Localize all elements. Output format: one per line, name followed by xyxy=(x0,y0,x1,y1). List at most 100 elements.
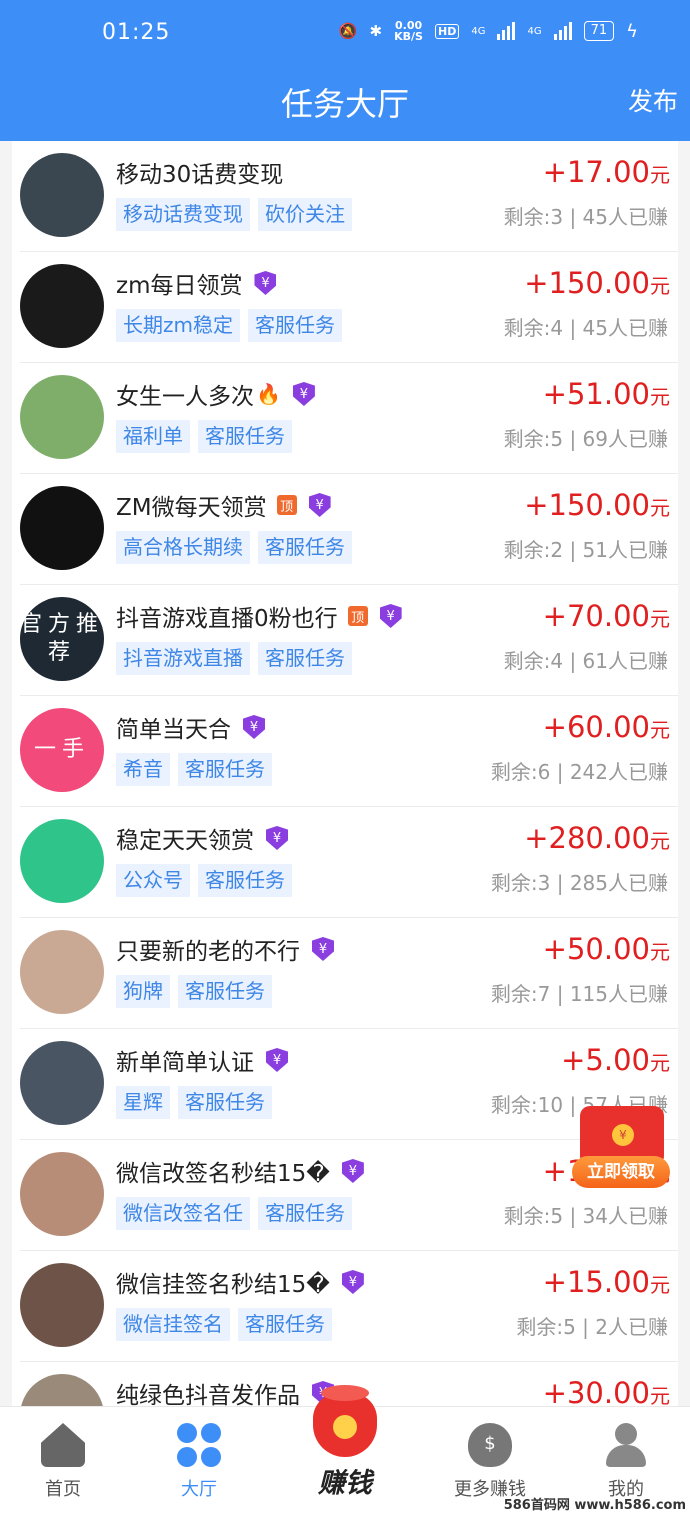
task-item[interactable]: 稳定天天领赏 ¥ 公众号 客服任务 +280.00元 剩余:3 | 285人已赚 xyxy=(20,807,678,918)
reward-unit: 元 xyxy=(650,940,670,964)
verified-shield-icon: ¥ xyxy=(243,715,265,739)
task-remaining: 剩余:5 | 69人已赚 xyxy=(503,427,668,451)
signal-1-icon xyxy=(497,22,516,40)
task-tags: 高合格长期续 客服任务 xyxy=(116,531,352,564)
publish-button[interactable]: 发布 xyxy=(628,82,678,118)
task-title-text: ZM微每天领赏 xyxy=(116,495,267,521)
task-item[interactable]: 移动30话费变现 移动话费变现 砍价关注 +17.00元 剩余:3 | 45人已赚 xyxy=(20,141,678,252)
task-title: 抖音游戏直播0粉也行顶 ¥ xyxy=(116,599,402,633)
task-title: 微信改签名秒结15� ¥ xyxy=(116,1154,364,1188)
reward-amount: +50.00 xyxy=(542,932,650,966)
task-title-text: 稳定天天领赏 xyxy=(116,828,254,854)
task-item[interactable]: ZM微每天领赏顶 ¥ 高合格长期续 客服任务 +150.00元 剩余:2 | 51人已赚 xyxy=(20,474,678,585)
task-title-text: 抖音游戏直播0粉也行 xyxy=(116,606,338,632)
task-tag: 客服任务 xyxy=(198,420,292,453)
task-remaining: 剩余:4 | 45人已赚 xyxy=(503,316,668,340)
task-item[interactable]: 微信挂签名秒结15� ¥ 微信挂签名 客服任务 +15.00元 剩余:5 | 2人已赚 xyxy=(20,1251,678,1362)
verified-shield-icon: ¥ xyxy=(254,271,277,295)
task-tag: 客服任务 xyxy=(258,1197,352,1230)
red-packet-label: 立即领取 xyxy=(572,1156,670,1188)
reward-amount: +30.00 xyxy=(542,1376,650,1406)
task-tag: 客服任务 xyxy=(178,975,272,1008)
task-avatar xyxy=(20,1041,104,1125)
page-title: 任务大厅 xyxy=(280,85,409,123)
task-tags: 微信改签名任 客服任务 xyxy=(116,1197,352,1230)
task-tag: 客服任务 xyxy=(178,753,272,786)
task-tags: 福利单 客服任务 xyxy=(116,420,292,453)
task-tag: 公众号 xyxy=(116,864,190,897)
task-tag: 微信改签名任 xyxy=(116,1197,250,1230)
reward-unit: 元 xyxy=(650,274,670,298)
task-remaining: 剩余:3 | 45人已赚 xyxy=(503,205,668,229)
tab-home-label: 首页 xyxy=(45,1479,81,1500)
user-icon xyxy=(604,1423,648,1467)
bluetooth-icon: ✱ xyxy=(369,22,383,40)
status-time: 01:25 xyxy=(102,20,171,45)
red-packet-button[interactable]: ¥ 立即领取 xyxy=(572,1106,672,1191)
reward-amount: +15.00 xyxy=(542,1265,650,1299)
signal-2-icon xyxy=(553,22,572,40)
task-tag: 狗牌 xyxy=(116,975,170,1008)
tab-earn[interactable]: 赚钱 xyxy=(300,1385,390,1500)
reward-amount: +5.00 xyxy=(561,1043,650,1077)
coin-icon: ¥ xyxy=(612,1124,634,1146)
task-tags: 狗牌 客服任务 xyxy=(116,975,272,1008)
task-reward: +15.00元 xyxy=(543,1265,670,1299)
task-remaining: 剩余:5 | 2人已赚 xyxy=(516,1315,668,1339)
verified-shield-icon: ¥ xyxy=(292,382,315,406)
reward-amount: +150.00 xyxy=(524,266,650,300)
task-tag: 移动话费变现 xyxy=(116,198,250,231)
task-title-text: 微信挂签名秒结15� xyxy=(116,1272,330,1298)
reward-unit: 元 xyxy=(650,607,670,631)
verified-shield-icon: ¥ xyxy=(341,1159,364,1183)
task-title: zm每日领赏 ¥ xyxy=(116,266,277,300)
tab-more-earn[interactable]: $ 更多赚钱 xyxy=(430,1417,550,1501)
reward-unit: 元 xyxy=(650,1273,670,1297)
tab-hall[interactable]: 大厅 xyxy=(139,1417,259,1501)
task-tag: 星辉 xyxy=(116,1086,170,1119)
tab-home[interactable]: 首页 xyxy=(3,1417,123,1501)
task-list[interactable]: 移动30话费变现 移动话费变现 砍价关注 +17.00元 剩余:3 | 45人已赚 zm每… xyxy=(12,141,678,1406)
reward-amount: +60.00 xyxy=(542,710,650,744)
status-icons: 🔕 ✱ 0.00 KB/S HD 4G 4G 71 ϟ xyxy=(339,20,638,42)
task-reward: +50.00元 xyxy=(543,932,670,966)
pinned-badge: 顶 xyxy=(347,606,368,626)
task-avatar xyxy=(20,264,104,348)
task-item[interactable]: zm每日领赏 ¥ 长期zm稳定 客服任务 +150.00元 剩余:4 | 45人已赚 xyxy=(20,252,678,363)
tab-earn-label: 赚钱 xyxy=(318,1468,372,1499)
task-item[interactable]: 官方推荐 抖音游戏直播0粉也行顶 ¥ 抖音游戏直播 客服任务 +70.00元 剩余:4 | … xyxy=(20,585,678,696)
task-tag: 客服任务 xyxy=(258,642,352,675)
task-title: ZM微每天领赏顶 ¥ xyxy=(116,488,331,522)
pinned-badge: 顶 xyxy=(276,495,297,515)
task-tag: 客服任务 xyxy=(198,864,292,897)
task-item[interactable]: 只要新的老的不行 ¥ 狗牌 客服任务 +50.00元 剩余:7 | 115人已赚 xyxy=(20,918,678,1029)
task-item[interactable]: 女生一人多次 🔥 ¥ 福利单 客服任务 +51.00元 剩余:5 | 69人已赚 xyxy=(20,363,678,474)
tab-mine[interactable]: 我的 xyxy=(566,1417,686,1501)
task-remaining: 剩余:3 | 285人已赚 xyxy=(490,871,668,895)
reward-amount: +150.00 xyxy=(524,488,650,522)
tab-hall-label: 大厅 xyxy=(181,1479,217,1500)
task-tags: 星辉 客服任务 xyxy=(116,1086,272,1119)
task-tag: 长期zm稳定 xyxy=(116,309,240,342)
task-title-text: 女生一人多次 xyxy=(116,384,254,410)
task-tags: 抖音游戏直播 客服任务 xyxy=(116,642,352,675)
task-remaining: 剩余:4 | 61人已赚 xyxy=(503,649,668,673)
mute-icon: 🔕 xyxy=(338,22,358,40)
task-reward: +51.00元 xyxy=(543,377,670,411)
task-tags: 希音 客服任务 xyxy=(116,753,272,786)
task-tags: 微信挂签名 客服任务 xyxy=(116,1308,332,1341)
task-tags: 移动话费变现 砍价关注 xyxy=(116,198,352,231)
task-title: 新单简单认证 ¥ xyxy=(116,1043,288,1077)
task-tag: 砍价关注 xyxy=(258,198,352,231)
task-item[interactable]: 一手 简单当天合 ¥ 希音 客服任务 +60.00元 剩余:6 | 242人已赚 xyxy=(20,696,678,807)
net-speed: 0.00 KB/S xyxy=(394,19,423,43)
task-avatar xyxy=(20,1263,104,1347)
verified-shield-icon: ¥ xyxy=(379,604,402,628)
task-avatar xyxy=(20,1374,104,1406)
signal-2-label: 4G xyxy=(527,25,542,37)
task-avatar xyxy=(20,1152,104,1236)
task-reward: +60.00元 xyxy=(543,710,670,744)
task-tag: 希音 xyxy=(116,753,170,786)
task-remaining: 剩余:5 | 34人已赚 xyxy=(503,1204,668,1228)
status-bar: 01:25 🔕 ✱ 0.00 KB/S HD 4G 4G 71 ϟ xyxy=(0,0,690,68)
